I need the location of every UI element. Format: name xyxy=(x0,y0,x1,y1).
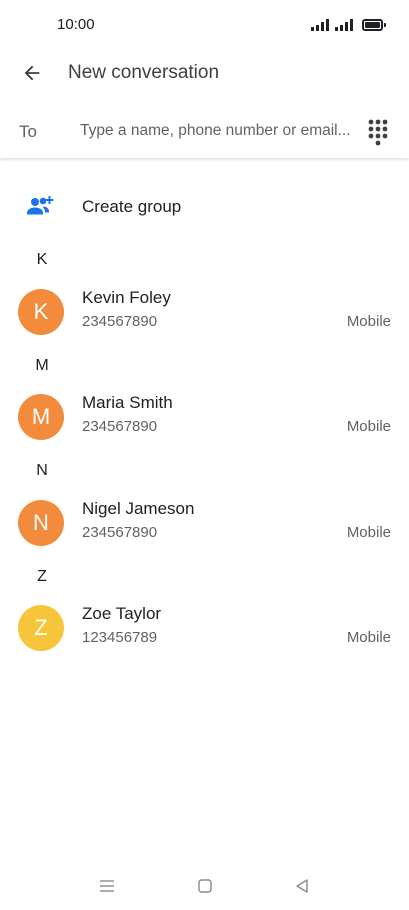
contact-item-zoe-taylor[interactable]: Z Zoe Taylor 123456789 Mobile xyxy=(0,598,409,662)
avatar: M xyxy=(18,394,64,440)
app-bar: New conversation xyxy=(0,50,409,96)
signal-icon xyxy=(311,19,329,31)
contact-number-type: Mobile xyxy=(346,629,391,646)
contact-number: 123456789 xyxy=(82,629,158,646)
status-bar: 10:00 xyxy=(0,0,409,50)
avatar: Z xyxy=(18,605,64,651)
contact-item-nigel-jameson[interactable]: N Nigel Jameson 234567890 Mobile xyxy=(0,493,409,557)
create-group-label: Create group xyxy=(82,197,182,216)
nav-back-icon xyxy=(296,879,308,893)
contact-number: 234567890 xyxy=(82,524,158,541)
contact-number: 234567890 xyxy=(82,313,158,330)
home-icon xyxy=(198,879,212,893)
page-title: New conversation xyxy=(68,62,220,83)
group-add-icon xyxy=(27,196,54,215)
recent-apps-button[interactable] xyxy=(95,874,119,898)
contact-item-kevin-foley[interactable]: K Kevin Foley 234567890 Mobile xyxy=(0,282,409,346)
home-button[interactable] xyxy=(193,874,217,898)
contact-name: Maria Smith xyxy=(82,393,173,412)
signal-icon xyxy=(335,19,353,31)
recipient-input[interactable] xyxy=(80,117,355,145)
avatar: N xyxy=(18,500,64,546)
section-header-n: N xyxy=(36,462,48,479)
avatar: K xyxy=(18,289,64,335)
contact-name: Kevin Foley xyxy=(82,288,171,307)
to-label: To xyxy=(19,122,37,141)
create-group-button[interactable]: Create group xyxy=(0,186,409,228)
section-header-m: M xyxy=(35,357,49,374)
system-nav-bar xyxy=(0,862,409,910)
menu-icon xyxy=(100,880,114,892)
section-header-z: Z xyxy=(37,568,47,585)
contact-number-type: Mobile xyxy=(346,313,391,330)
dialpad-button[interactable] xyxy=(364,117,392,149)
arrow-back-icon xyxy=(24,65,40,81)
system-back-button[interactable] xyxy=(290,874,314,898)
contact-number: 234567890 xyxy=(82,418,158,435)
contact-item-maria-smith[interactable]: M Maria Smith 234567890 Mobile xyxy=(0,387,409,451)
contact-number-type: Mobile xyxy=(346,418,391,435)
contact-name: Zoe Taylor xyxy=(82,604,162,623)
back-button[interactable] xyxy=(14,56,50,90)
contact-name: Nigel Jameson xyxy=(82,499,195,518)
dialpad-icon xyxy=(368,119,388,146)
status-time: 10:00 xyxy=(57,16,95,33)
status-icons xyxy=(311,17,386,31)
recipient-bar: To xyxy=(0,104,409,158)
battery-icon xyxy=(362,19,386,31)
section-header-k: K xyxy=(36,251,48,268)
contact-number-type: Mobile xyxy=(346,524,391,541)
